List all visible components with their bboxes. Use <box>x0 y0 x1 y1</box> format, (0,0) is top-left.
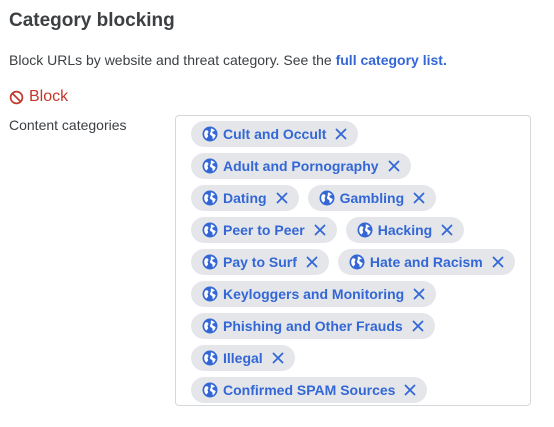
remove-confirmed-spam-sources-close-icon[interactable] <box>403 383 417 397</box>
category-chip-confirmed-spam-sources: Confirmed SPAM Sources <box>191 377 428 403</box>
category-chip-dating: Dating <box>191 185 299 211</box>
globe-icon <box>202 318 218 334</box>
remove-peer-to-peer-close-icon[interactable] <box>313 223 327 237</box>
globe-icon <box>202 350 218 366</box>
globe-icon <box>202 190 218 206</box>
block-action: Block <box>9 88 68 106</box>
category-chip-illegal: Illegal <box>191 345 295 371</box>
chip-label: Peer to Peer <box>223 222 305 238</box>
category-chip-gambling: Gambling <box>307 185 437 211</box>
category-chip-keyloggers-and-monitoring: Keyloggers and Monitoring <box>191 281 437 307</box>
chip-label: Hate and Racism <box>369 254 483 270</box>
globe-icon <box>202 254 218 270</box>
full-category-list-link[interactable]: full category list. <box>336 52 447 68</box>
remove-hate-and-racism-close-icon[interactable] <box>491 255 505 269</box>
globe-icon <box>202 158 218 174</box>
page-title: Category blocking <box>9 10 175 31</box>
remove-illegal-close-icon[interactable] <box>271 351 285 365</box>
globe-icon <box>202 286 218 302</box>
category-chip-adult-and-pornography: Adult and Pornography <box>191 153 411 179</box>
category-chip-hacking: Hacking <box>345 217 465 243</box>
category-chip-hate-and-racism: Hate and Racism <box>337 249 515 275</box>
block-label: Block <box>29 88 69 105</box>
chip-row: Pay to Surf Hate and Racism <box>191 249 530 275</box>
globe-icon <box>357 222 373 238</box>
globe-icon <box>202 126 218 142</box>
remove-dating-close-icon[interactable] <box>275 191 289 205</box>
chip-label: Confirmed SPAM Sources <box>223 382 396 398</box>
chip-row: Cult and Occult <box>191 121 530 147</box>
chip-row: Confirmed SPAM Sources <box>191 377 530 403</box>
chip-label: Cult and Occult <box>223 126 327 142</box>
chip-label: Phishing and Other Frauds <box>223 318 403 334</box>
chip-label: Keyloggers and Monitoring <box>223 286 405 302</box>
description: Block URLs by website and threat categor… <box>9 52 447 68</box>
remove-cult-and-occult-close-icon[interactable] <box>334 127 348 141</box>
globe-icon <box>319 190 335 206</box>
chip-label: Pay to Surf <box>223 254 297 270</box>
chip-row: Peer to Peer Hacking <box>191 217 530 243</box>
chip-label: Hacking <box>377 222 433 238</box>
remove-phishing-and-other-frauds-close-icon[interactable] <box>411 319 425 333</box>
category-chip-peer-to-peer: Peer to Peer <box>191 217 337 243</box>
chip-row: Phishing and Other Frauds <box>191 313 530 339</box>
chip-label: Illegal <box>223 350 263 366</box>
remove-pay-to-surf-close-icon[interactable] <box>305 255 319 269</box>
remove-adult-and-pornography-close-icon[interactable] <box>387 159 401 173</box>
chip-label: Dating <box>223 190 267 206</box>
chip-label: Adult and Pornography <box>223 158 379 174</box>
globe-icon <box>349 254 365 270</box>
block-icon <box>9 90 24 105</box>
description-text: Block URLs by website and threat categor… <box>9 52 336 68</box>
remove-hacking-close-icon[interactable] <box>440 223 454 237</box>
remove-gambling-close-icon[interactable] <box>412 191 426 205</box>
chip-label: Gambling <box>339 190 405 206</box>
remove-keyloggers-and-monitoring-close-icon[interactable] <box>412 287 426 301</box>
chip-row: Adult and Pornography <box>191 153 530 179</box>
chip-row: Illegal <box>191 345 530 371</box>
chip-row: Keyloggers and Monitoring <box>191 281 530 307</box>
globe-icon <box>202 222 218 238</box>
globe-icon <box>202 382 218 398</box>
content-categories-label: Content categories <box>9 117 127 133</box>
chip-row: Dating Gambling <box>191 185 530 211</box>
category-chip-pay-to-surf: Pay to Surf <box>191 249 329 275</box>
category-chip-cult-and-occult: Cult and Occult <box>191 121 359 147</box>
category-chip-phishing-and-other-frauds: Phishing and Other Frauds <box>191 313 435 339</box>
content-categories-field[interactable]: Cult and Occult Adult and Pornography Da… <box>175 115 531 406</box>
